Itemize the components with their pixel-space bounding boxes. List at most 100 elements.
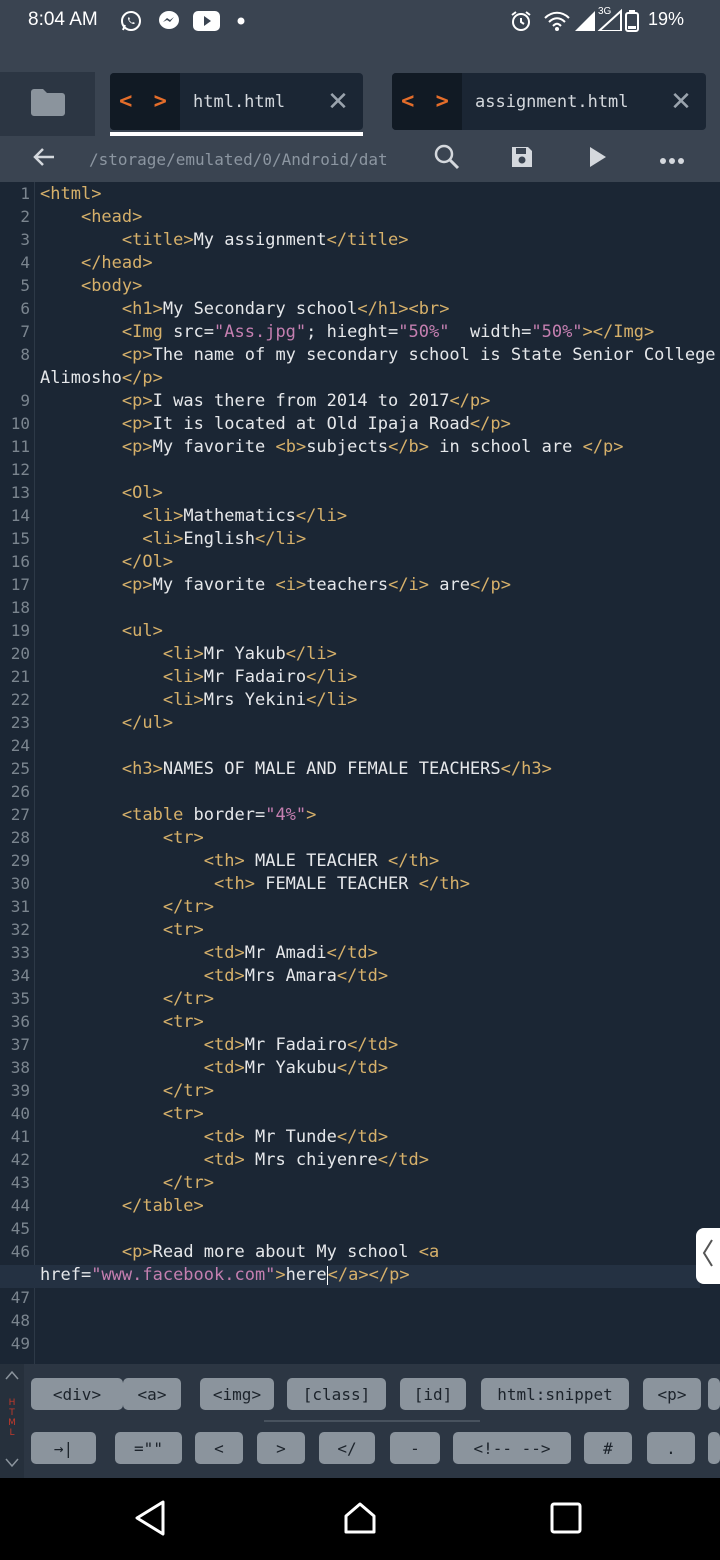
code-line[interactable]: <html> [40, 184, 101, 204]
snippet-chip[interactable]: <img> [200, 1378, 274, 1410]
code-line[interactable]: <th> MALE TEACHER </th> [40, 851, 439, 871]
file-path[interactable]: /storage/emulated/0/Android/dat [89, 150, 388, 169]
code-line[interactable]: <td> Mrs chiyenre</td> [40, 1150, 429, 1170]
code-line[interactable]: </Ol> [40, 552, 173, 572]
nav-recents-button[interactable] [536, 1498, 596, 1542]
code-line[interactable]: <td>Mr Fadairo</td> [40, 1035, 399, 1055]
alarm-icon [508, 10, 534, 32]
symbol-chip-overflow[interactable] [708, 1432, 720, 1464]
code-line[interactable]: <li>Mr Yakub</li> [40, 644, 337, 664]
tab-html-html[interactable]: < > html.html ✕ [110, 73, 363, 130]
line-number: 40 [10, 1104, 30, 1123]
snippet-chip[interactable]: <a> [123, 1378, 181, 1410]
line-number: 4 [20, 253, 30, 272]
more-button[interactable] [647, 136, 697, 182]
tab-assignment-html[interactable]: < > assignment.html ✕ [392, 73, 706, 130]
code-line[interactable]: <td> Mr Tunde</td> [40, 1127, 388, 1147]
code-line[interactable]: <title>My assignment</title> [40, 230, 409, 250]
code-line[interactable]: <head> [40, 207, 142, 227]
wifi-icon [542, 10, 572, 32]
code-line[interactable]: <p>It is located at Old Ipaja Road</p> [40, 414, 511, 434]
code-line[interactable]: </tr> [40, 1081, 214, 1101]
symbol-chip[interactable]: - [390, 1432, 440, 1464]
code-line[interactable]: <li>Mrs Yekini</li> [40, 690, 358, 710]
code-line[interactable]: <table border="4%"> [40, 805, 317, 825]
code-line[interactable]: <body> [40, 276, 142, 296]
line-number: 34 [10, 966, 30, 985]
whatsapp-icon [118, 10, 144, 32]
symbol-chip[interactable]: < [195, 1432, 243, 1464]
line-number: 24 [10, 736, 30, 755]
save-button[interactable] [497, 136, 547, 182]
symbol-chip[interactable]: > [257, 1432, 305, 1464]
code-line[interactable]: <h3>NAMES OF MALE AND FEMALE TEACHERS</h… [40, 759, 552, 779]
code-line[interactable]: <li>Mr Fadairo</li> [40, 667, 358, 687]
code-line[interactable]: <tr> [40, 1104, 204, 1124]
code-line[interactable]: Alimosho</p> [40, 368, 163, 388]
symbol-chip[interactable]: →| [31, 1432, 96, 1464]
snippet-chip[interactable]: [id] [400, 1378, 466, 1410]
code-line[interactable]: <th> FEMALE TEACHER </th> [40, 874, 470, 894]
code-line[interactable]: <p>The name of my secondary school is St… [40, 345, 716, 365]
code-line[interactable]: <li>English</li> [40, 529, 306, 549]
code-line[interactable]: </head> [40, 253, 153, 273]
code-line[interactable]: <li>Mathematics</li> [40, 506, 347, 526]
code-line[interactable]: </tr> [40, 1173, 214, 1193]
code-line[interactable]: <tr> [40, 1012, 204, 1032]
line-number: 6 [20, 299, 30, 318]
code-line[interactable]: <p>Read more about My school <a [40, 1242, 439, 1262]
code-line[interactable]: <tr> [40, 828, 204, 848]
line-number: 19 [10, 621, 30, 640]
nav-recents-icon [550, 1502, 582, 1538]
snippet-chip-overflow[interactable] [708, 1378, 720, 1410]
code-line[interactable]: <p>My favorite <b>subjects</b> in school… [40, 437, 624, 457]
chevron-up-icon [5, 1370, 19, 1380]
code-line[interactable]: <td>Mr Yakubu</td> [40, 1058, 388, 1078]
code-line[interactable]: </ul> [40, 713, 173, 733]
snippet-chip[interactable]: html:snippet [481, 1378, 629, 1410]
snippet-chip[interactable]: <div> [31, 1378, 123, 1410]
language-indicator[interactable]: HTML [0, 1364, 24, 1478]
close-icon[interactable]: ✕ [313, 87, 363, 117]
code-line[interactable]: <td>Mrs Amara</td> [40, 966, 388, 986]
symbol-chip[interactable]: # [584, 1432, 632, 1464]
code-line[interactable]: </table> [40, 1196, 204, 1216]
nav-home-button[interactable] [330, 1498, 390, 1542]
code-line[interactable]: <ul> [40, 621, 163, 641]
nav-back-button[interactable] [120, 1498, 180, 1542]
file-browser-button[interactable] [0, 72, 95, 136]
code-line[interactable]: <tr> [40, 920, 204, 940]
symbol-chip[interactable]: ="" [115, 1432, 182, 1464]
messenger-icon [156, 10, 182, 32]
snippet-chip[interactable]: <p> [643, 1378, 701, 1410]
system-nav-bar [0, 1478, 720, 1560]
line-number: 20 [10, 644, 30, 663]
code-editor[interactable]: 1 <html> 2 <head> 3 <title>My assignment</t… [0, 182, 720, 1364]
line-number: 42 [10, 1150, 30, 1169]
code-line[interactable]: <p>My favorite <i>teachers</i> are</p> [40, 575, 511, 595]
close-icon[interactable]: ✕ [656, 87, 706, 117]
code-line[interactable]: <td>Mr Amadi</td> [40, 943, 378, 963]
code-line[interactable]: <h1>My Secondary school</h1><br> [40, 299, 450, 319]
symbol-chip[interactable]: <!-- --> [453, 1432, 571, 1464]
line-number: 16 [10, 552, 30, 571]
side-panel-handle[interactable] [696, 1228, 720, 1284]
code-line[interactable]: <Ol> [40, 483, 163, 503]
symbol-chip[interactable]: . [647, 1432, 695, 1464]
symbol-chip[interactable]: </ [319, 1432, 375, 1464]
code-line[interactable]: href="www.facebook.com">here</a></p> [40, 1265, 410, 1285]
code-line[interactable]: <Img src="Ass.jpg"; hieght="50%" width="… [40, 322, 654, 342]
line-number: 31 [10, 897, 30, 916]
run-button[interactable] [573, 136, 623, 182]
search-button[interactable] [422, 136, 472, 182]
line-number: 2 [20, 207, 30, 226]
status-bar: 8:04 AM 3G 19% [0, 0, 720, 42]
snippet-chip[interactable]: [class] [287, 1378, 386, 1410]
line-number: 12 [10, 460, 30, 479]
code-line[interactable]: </tr> [40, 989, 214, 1009]
code-line[interactable]: </tr> [40, 897, 214, 917]
code-line[interactable]: <p>I was there from 2014 to 2017</p> [40, 391, 491, 411]
back-button[interactable] [18, 136, 70, 182]
line-number: 22 [10, 690, 30, 709]
line-number: 23 [10, 713, 30, 732]
